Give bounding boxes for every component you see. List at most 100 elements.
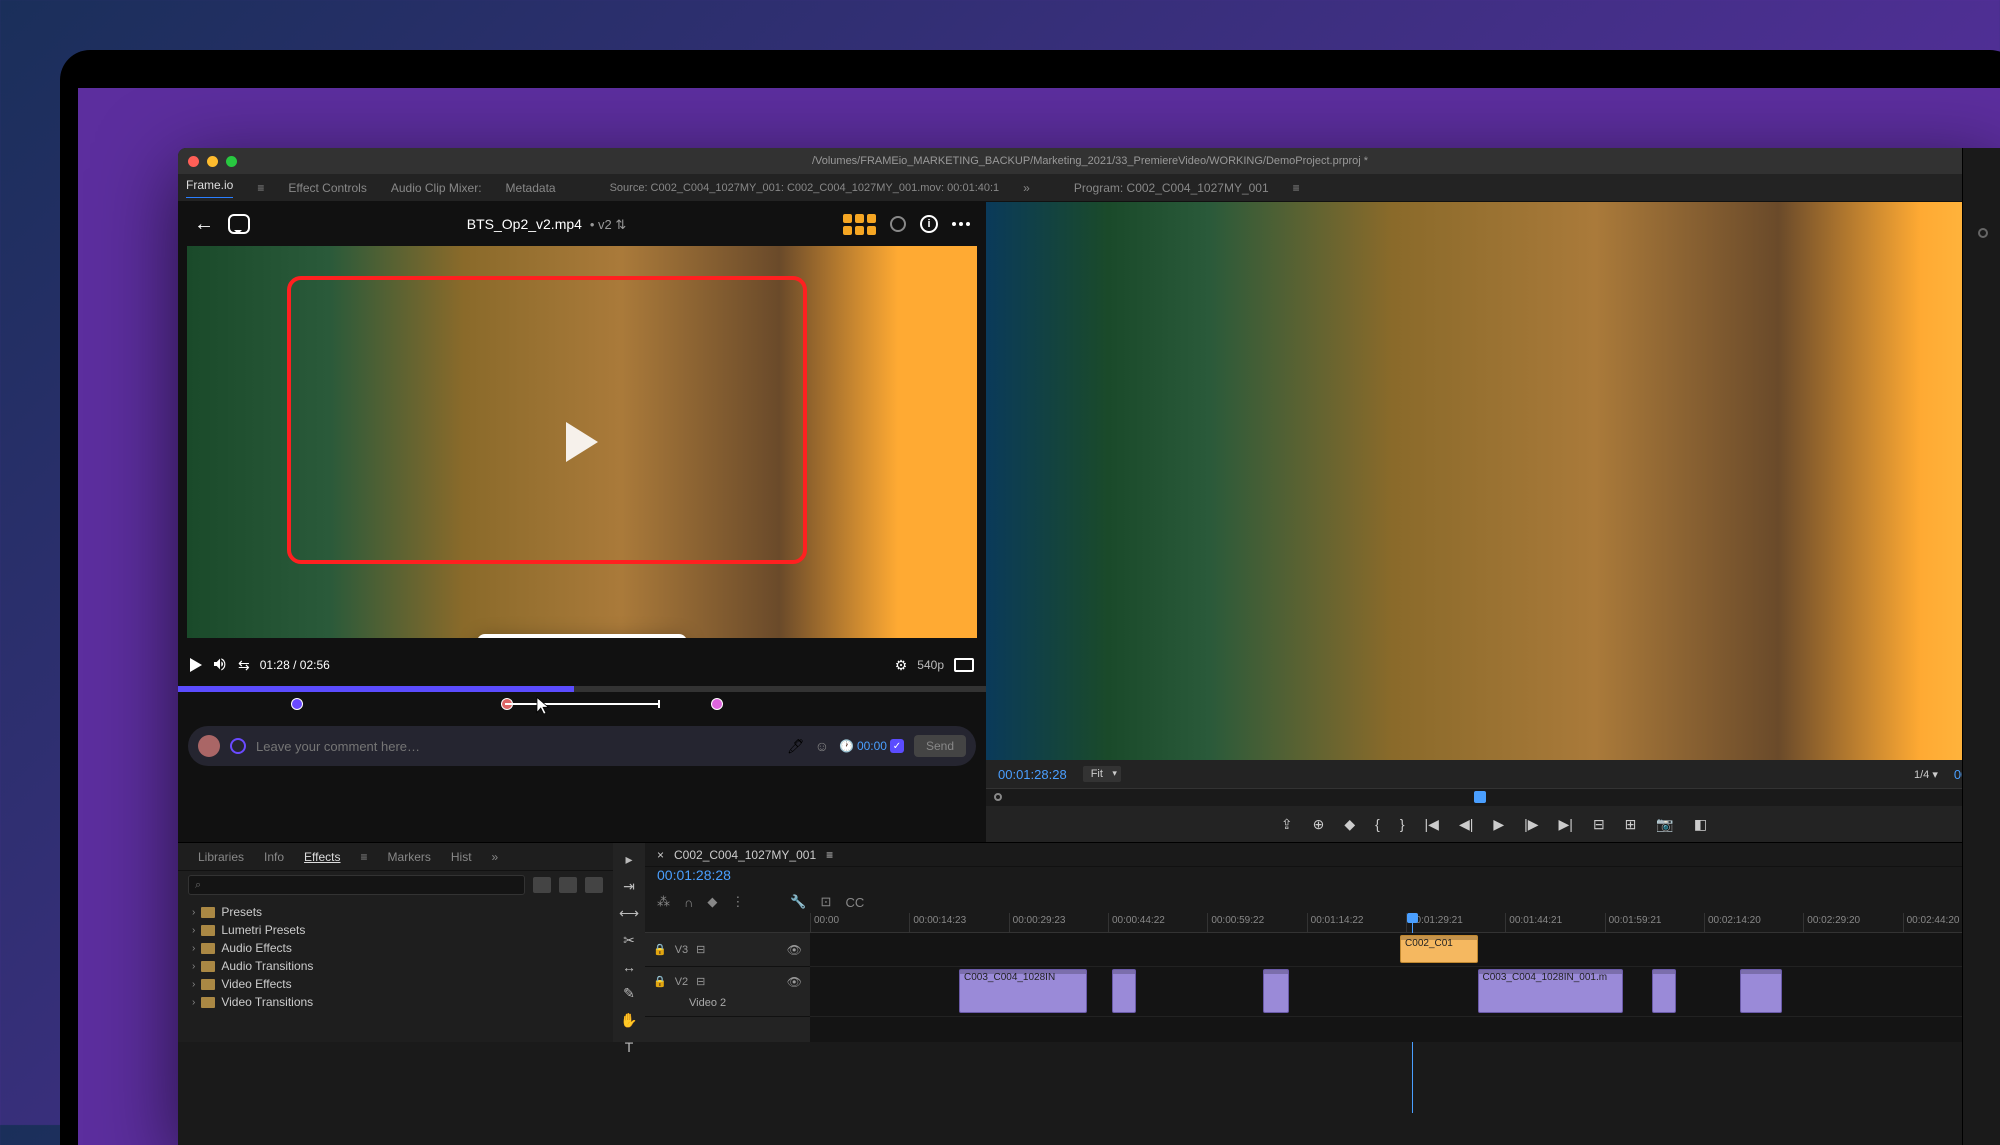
wrench-icon[interactable]: 🔧 (790, 894, 806, 910)
effects-search-input[interactable]: ⌕ (188, 875, 525, 895)
back-button[interactable]: ← (194, 213, 214, 236)
tabs-overflow-icon[interactable]: » (492, 850, 499, 864)
tab-history[interactable]: Hist (451, 850, 472, 864)
lock-icon[interactable]: 🔒 (653, 975, 667, 988)
filter-badge-icon[interactable] (559, 877, 577, 893)
go-to-in-icon[interactable]: |◀ (1425, 816, 1439, 833)
timeline-settings-icon[interactable]: ⋮ (731, 894, 744, 910)
tree-item[interactable]: ›Video Transitions (178, 993, 613, 1011)
source-label[interactable]: Source: C002_C004_1027MY_001: C002_C004_… (610, 182, 1000, 194)
slip-tool-icon[interactable]: ↔ (622, 959, 636, 975)
track-header-v3[interactable]: 🔒 V3 ⊟ 👁 (645, 933, 810, 967)
pen-tool-icon[interactable]: ✎ (623, 985, 635, 1002)
minimize-window-button[interactable] (207, 156, 218, 167)
tab-markers[interactable]: Markers (388, 850, 431, 864)
fullscreen-icon[interactable] (954, 658, 974, 672)
video-clip[interactable] (1112, 969, 1136, 1013)
track-header-v2[interactable]: 🔒 V2 ⊟ 👁 Video 2 (645, 967, 810, 1017)
comment-timecode-toggle[interactable]: 🕐 00:00 ✓ (839, 739, 904, 753)
sequence-name[interactable]: C002_C004_1027MY_001 (674, 848, 816, 862)
draw-annotation-icon[interactable]: 🖊 (787, 738, 805, 755)
linked-selection-icon[interactable]: ∩ (684, 895, 693, 910)
traffic-lights[interactable] (188, 156, 237, 167)
program-scrub-bar[interactable] (986, 788, 2000, 806)
frameio-video[interactable]: John Can we try cropping the frame this … (187, 246, 977, 638)
export-frame-icon[interactable]: ⇪ (1281, 816, 1293, 833)
camera-icon[interactable]: 📷 (1656, 816, 1673, 833)
play-icon[interactable]: ▶ (1493, 816, 1504, 833)
video-clip[interactable] (1740, 969, 1782, 1013)
insert-overwrite-icon[interactable]: ⊡ (821, 894, 832, 910)
ripple-edit-tool-icon[interactable]: ⟷ (619, 905, 639, 922)
toggle-output-icon[interactable]: 👁 (787, 975, 802, 989)
program-menu-icon[interactable]: ≡ (1293, 181, 1300, 195)
program-playhead[interactable] (1474, 791, 1486, 803)
video-clip[interactable] (1263, 969, 1289, 1013)
toggle-sync-lock-icon[interactable]: ⊟ (696, 943, 705, 956)
tab-menu-icon[interactable]: ≡ (257, 181, 264, 195)
more-menu-icon[interactable] (952, 222, 970, 226)
video-clip[interactable]: C003_C004_1028IN_001.m (1478, 969, 1623, 1013)
toggle-sync-lock-icon[interactable]: ⊟ (696, 975, 705, 988)
zoom-fit-dropdown[interactable]: Fit (1083, 766, 1121, 782)
tab-program[interactable]: Program: C002_C004_1027MY_001 (1074, 181, 1269, 195)
step-back-icon[interactable]: ◀| (1459, 816, 1473, 833)
type-tool-icon[interactable]: T (625, 1039, 634, 1055)
grid-view-icon[interactable] (843, 214, 876, 235)
version-selector[interactable]: • v2 ⇅ (590, 217, 626, 232)
tab-frameio[interactable]: Frame.io (186, 178, 233, 198)
add-marker-icon[interactable]: ◆ (707, 894, 717, 910)
in-point-icon[interactable] (994, 793, 1002, 801)
hand-tool-icon[interactable]: ✋ (620, 1012, 637, 1029)
comment-marker[interactable] (711, 698, 723, 710)
tree-item[interactable]: ›Audio Effects (178, 939, 613, 957)
selection-tool-icon[interactable]: ▸ (625, 851, 632, 868)
play-button[interactable] (190, 658, 202, 672)
extract-icon[interactable]: ⊞ (1625, 816, 1637, 833)
track-lane-v3[interactable]: C002_C01 (810, 933, 2000, 967)
mark-out-icon[interactable]: } (1400, 816, 1405, 832)
lock-icon[interactable]: 🔒 (653, 943, 667, 956)
comparison-view-icon[interactable]: ◧ (1694, 816, 1707, 833)
tab-metadata[interactable]: Metadata (506, 181, 556, 195)
close-window-button[interactable] (188, 156, 199, 167)
timeline-timecode[interactable]: 00:01:28:28 (645, 867, 2000, 891)
tree-item[interactable]: ›Lumetri Presets (178, 921, 613, 939)
tab-effects[interactable]: Effects (304, 850, 340, 864)
program-timecode[interactable]: 00:01:28:28 (998, 767, 1067, 782)
maximize-window-button[interactable] (226, 156, 237, 167)
video-clip[interactable]: C002_C01 (1400, 935, 1478, 963)
toggle-output-icon[interactable]: 👁 (787, 943, 802, 957)
settings-gear-icon[interactable]: ⚙ (895, 657, 908, 674)
tab-audio-clip-mixer[interactable]: Audio Clip Mixer: (391, 181, 482, 195)
tab-libraries[interactable]: Libraries (198, 850, 244, 864)
globe-icon[interactable] (230, 738, 246, 754)
tab-effect-controls[interactable]: Effect Controls (288, 181, 366, 195)
filter-badge-icon[interactable] (585, 877, 603, 893)
info-icon[interactable]: i (920, 215, 938, 233)
frameio-marker-lane[interactable] (178, 692, 986, 722)
marker-icon[interactable]: ◆ (1344, 816, 1355, 833)
volume-icon[interactable] (212, 656, 228, 675)
scroll-indicator-icon[interactable] (1978, 228, 1988, 238)
program-video[interactable] (986, 202, 2000, 760)
status-circle-icon[interactable] (890, 216, 906, 232)
loop-icon[interactable]: ⇆ (238, 657, 250, 674)
step-forward-icon[interactable]: |▶ (1524, 816, 1538, 833)
comment-marker[interactable] (291, 698, 303, 710)
sequence-menu-icon[interactable]: ≡ (826, 848, 833, 862)
tree-item[interactable]: ›Video Effects (178, 975, 613, 993)
play-overlay-icon[interactable] (566, 422, 598, 462)
snap-icon[interactable]: ⁂ (657, 894, 670, 910)
filter-badge-icon[interactable] (533, 877, 551, 893)
track-lane-v2[interactable]: C003_C004_1028IN C003_C004_1028IN_001.m (810, 967, 2000, 1017)
mark-in-icon[interactable]: { (1375, 816, 1380, 832)
effects-menu-icon[interactable]: ≡ (361, 850, 368, 864)
tree-item[interactable]: ›Presets (178, 903, 613, 921)
insert-icon[interactable]: ⊕ (1313, 816, 1325, 833)
go-to-out-icon[interactable]: ▶| (1559, 816, 1573, 833)
comment-input[interactable] (256, 739, 777, 754)
resolution-label[interactable]: 540p (917, 658, 944, 672)
tree-item[interactable]: ›Audio Transitions (178, 957, 613, 975)
tabs-overflow-icon[interactable]: » (1023, 181, 1030, 195)
